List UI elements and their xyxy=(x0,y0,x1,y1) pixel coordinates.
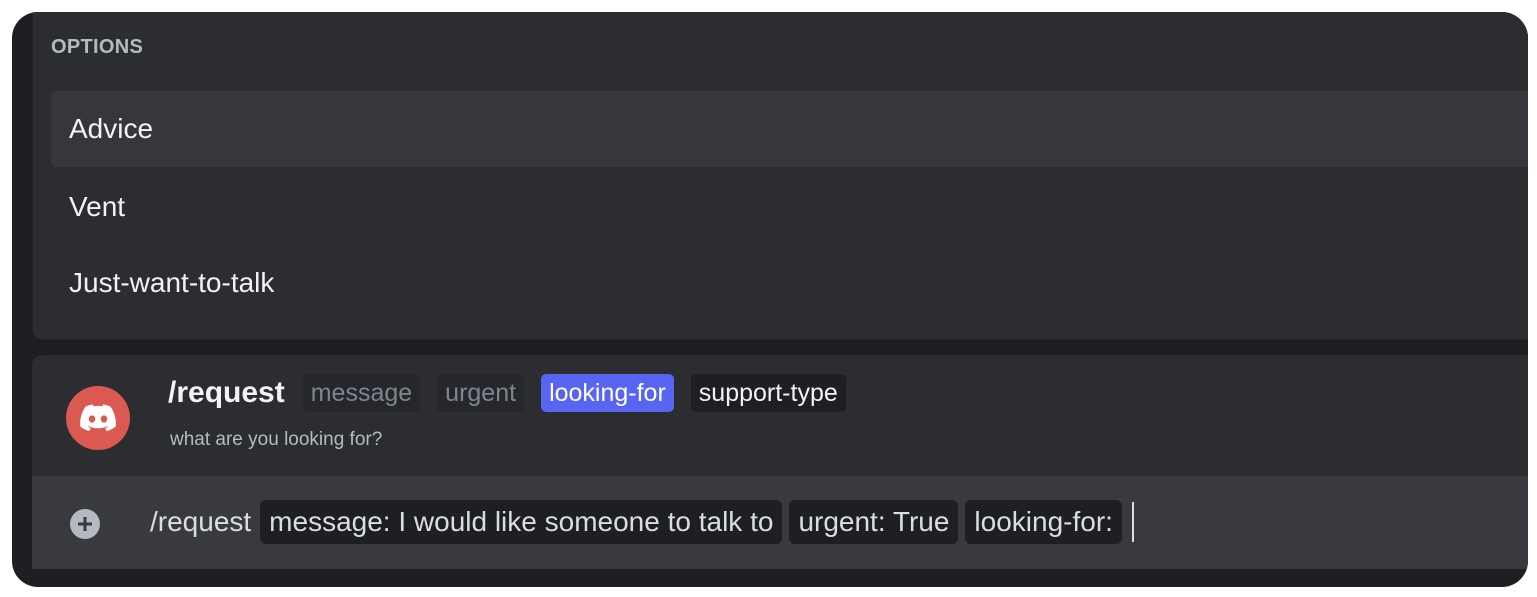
param-looking-for[interactable]: looking-for xyxy=(541,374,674,412)
input-chip-message[interactable]: message: I would like someone to talk to xyxy=(260,500,783,544)
param-support-type[interactable]: support-type xyxy=(690,374,846,412)
command-description: what are you looking for? xyxy=(170,429,383,450)
plus-circle-icon xyxy=(78,517,92,531)
options-header: OPTIONS xyxy=(51,36,144,58)
text-caret xyxy=(1131,502,1134,542)
command-signature: /request message urgent looking-for supp… xyxy=(168,373,863,413)
option-vent[interactable]: Vent xyxy=(51,169,1528,245)
param-message[interactable]: message xyxy=(302,374,421,412)
discord-logo-icon xyxy=(80,404,116,432)
input-chip-urgent[interactable]: urgent: True xyxy=(789,500,959,544)
input-chip-looking-for[interactable]: looking-for: xyxy=(965,500,1122,544)
option-just-want-to-talk[interactable]: Just-want-to-talk xyxy=(51,245,1528,321)
option-advice[interactable]: Advice xyxy=(51,91,1528,167)
param-urgent[interactable]: urgent xyxy=(437,374,525,412)
discord-command-ui: OPTIONS Advice Vent Just-want-to-talk /r… xyxy=(12,12,1528,587)
options-autocomplete-panel: OPTIONS Advice Vent Just-want-to-talk xyxy=(32,12,1528,340)
add-attachment-button[interactable] xyxy=(70,509,100,539)
message-input-bar[interactable]: /request message: I would like someone t… xyxy=(32,476,1528,569)
input-command-text: /request xyxy=(150,506,252,537)
message-input[interactable]: /request message: I would like someone t… xyxy=(150,499,1134,545)
command-suggestion: /request message urgent looking-for supp… xyxy=(32,355,1528,476)
command-name: /request xyxy=(168,376,285,409)
bot-avatar xyxy=(66,386,130,450)
